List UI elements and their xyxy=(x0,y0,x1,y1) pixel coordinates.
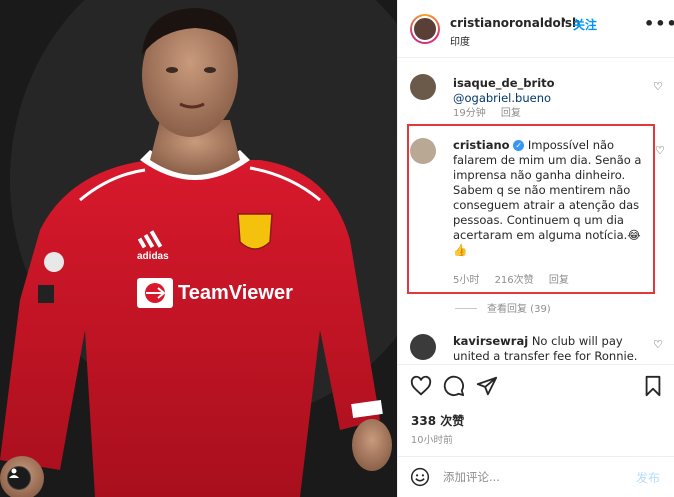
comment-input[interactable] xyxy=(443,467,623,487)
more-icon[interactable]: ••• xyxy=(644,14,674,33)
reply-button[interactable]: 回复 xyxy=(549,275,569,286)
comment-mention[interactable]: @ogabriel.bueno xyxy=(453,91,551,105)
comment-meta: 19分钟 回复 xyxy=(453,104,533,119)
post-header: cristianoronaldoish • 关注 印度 ••• xyxy=(398,0,674,58)
post-timestamp: 10小时前 xyxy=(411,435,454,446)
likes-count[interactable]: 338 次赞 xyxy=(411,412,464,429)
post-comment-button[interactable]: 发布 xyxy=(636,469,660,486)
post-sidebar: cristianoronaldoish • 关注 印度 ••• isaque_d… xyxy=(397,0,674,497)
comment-time: 19分钟 xyxy=(453,108,486,119)
comment-like-heart-icon[interactable]: ♡ xyxy=(653,80,663,93)
comment-meta: 5小时 216次赞 回复 xyxy=(453,271,581,286)
sponsor-wordmark: TeamViewer xyxy=(178,282,293,304)
comment-username[interactable]: cristiano xyxy=(453,138,510,152)
follow-button[interactable]: 关注 xyxy=(573,16,597,33)
adidas-wordmark: adidas xyxy=(137,251,169,262)
view-replies-button[interactable]: 查看回复 (39) xyxy=(455,300,551,315)
comment-like-heart-icon[interactable]: ♡ xyxy=(655,144,665,157)
reply-button[interactable]: 回复 xyxy=(501,108,521,119)
header-separator: • xyxy=(560,14,568,28)
comment-like-heart-icon[interactable]: ♡ xyxy=(653,338,663,351)
comment-username[interactable]: isaque_de_brito xyxy=(453,76,555,90)
person-icon xyxy=(9,468,19,478)
emoji-icon[interactable] xyxy=(410,467,430,487)
comment-text: kavirsewraj No club will pay united a tr… xyxy=(453,334,653,364)
heart-icon[interactable] xyxy=(410,375,432,397)
commenter-avatar[interactable] xyxy=(410,138,436,164)
add-comment-bar: 发布 xyxy=(398,456,674,497)
commenter-avatar[interactable] xyxy=(410,74,436,100)
commenter-avatar[interactable] xyxy=(410,334,436,360)
club-crest-icon xyxy=(237,213,273,250)
comment-likes[interactable]: 216次赞 xyxy=(495,275,534,286)
author-avatar[interactable] xyxy=(410,14,440,44)
send-icon[interactable] xyxy=(476,375,498,397)
view-replies-label: 查看回复 (39) xyxy=(487,304,551,315)
post-photo: adidas TeamViewer xyxy=(0,0,397,497)
replies-divider xyxy=(455,308,477,309)
comment-time: 5小时 xyxy=(453,275,480,286)
comment-username[interactable]: kavirsewraj xyxy=(453,334,528,348)
sleeve-badge-icon xyxy=(44,252,64,272)
sleeve-patch-icon xyxy=(38,285,54,303)
bookmark-icon[interactable] xyxy=(642,375,664,397)
post-location[interactable]: 印度 xyxy=(450,33,470,48)
tagged-user-button[interactable] xyxy=(7,466,31,490)
comment-text: isaque_de_brito @ogabriel.bueno xyxy=(453,76,653,106)
post-image: adidas TeamViewer xyxy=(0,0,397,497)
comment-text: cristiano ✓ Impossível não falarem de mi… xyxy=(453,138,653,258)
comment-icon[interactable] xyxy=(443,375,465,397)
comment-body: Impossível não falarem de mim um dia. Se… xyxy=(453,138,642,257)
post-actions: 338 次赞 10小时前 xyxy=(398,364,674,452)
verified-badge-icon: ✓ xyxy=(513,140,525,151)
